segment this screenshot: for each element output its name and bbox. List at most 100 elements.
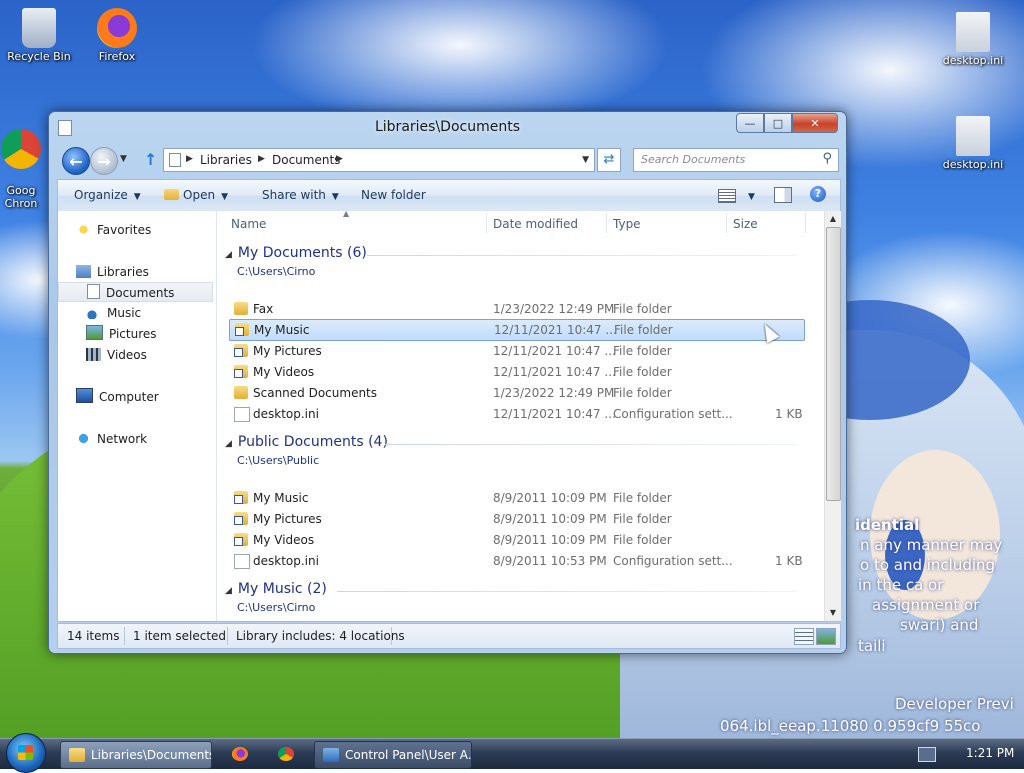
group-header[interactable]: ◢ My Music (2) (225, 581, 327, 597)
organize-button[interactable]: Organize ▼ (74, 188, 141, 202)
column-header-size[interactable]: Size (733, 217, 758, 231)
help-icon[interactable]: ? (810, 186, 826, 202)
back-button[interactable]: ← (62, 147, 90, 175)
file-row[interactable]: My Videos 12/11/2021 10:47 ... File folder (229, 362, 803, 382)
collapse-triangle-icon[interactable]: ◢ (225, 586, 232, 596)
change-view-icon[interactable] (718, 189, 736, 203)
column-header-type[interactable]: Type (613, 217, 641, 231)
desktop-icon-desktop-ini[interactable]: desktop.ini (936, 12, 1010, 67)
desktop-icon-label: Recycle Bin (7, 50, 71, 63)
taskbar-item-firefox[interactable] (224, 741, 264, 767)
file-row[interactable]: My Music 8/9/2011 10:09 PM File folder (229, 488, 803, 508)
settings-file-icon (956, 12, 990, 52)
column-divider[interactable] (805, 213, 806, 233)
large-icons-view-icon[interactable] (816, 628, 836, 645)
scroll-down-arrow-icon[interactable]: ▼ (825, 605, 841, 621)
view-options-dropdown[interactable]: ▼ (742, 188, 755, 202)
breadcrumb-libraries[interactable]: Libraries (200, 153, 252, 167)
file-type: File folder (613, 365, 672, 379)
file-row[interactable]: Fax 1/23/2022 12:49 PM File folder (229, 299, 803, 319)
chrome-icon (278, 747, 294, 761)
desktop-icon-desktop-ini[interactable]: desktop.ini (936, 116, 1010, 171)
clock[interactable]: 1:21 PM (966, 746, 1014, 760)
taskbar-item-control-panel[interactable]: Control Panel\User A... (314, 741, 472, 769)
file-row[interactable]: My Videos 8/9/2011 10:09 PM File folder (229, 530, 803, 550)
file-name: My Pictures (253, 344, 322, 358)
details-view-icon[interactable] (794, 628, 814, 645)
column-header-name[interactable]: Name (231, 217, 266, 231)
nav-item-videos[interactable]: Videos (86, 345, 147, 365)
group-header[interactable]: ◢ Public Documents (4) (225, 434, 388, 450)
nav-item-music[interactable]: Music (86, 303, 141, 323)
libraries-icon (76, 265, 91, 278)
network-status-icon[interactable] (918, 747, 936, 762)
collapse-triangle-icon[interactable]: ◢ (225, 250, 232, 260)
window-controls: — □ ✕ (736, 113, 838, 133)
share-with-button[interactable]: Share with ▼ (262, 188, 339, 202)
scroll-up-arrow-icon[interactable]: ▲ (825, 211, 841, 227)
open-button[interactable]: Open ▼ (164, 188, 228, 202)
nav-label: Pictures (109, 327, 157, 341)
taskbar-item-explorer[interactable]: Libraries\Documents (60, 741, 212, 769)
command-bar: Organize ▼ Open ▼ Share with ▼ New folder ▼… (57, 179, 841, 212)
close-button[interactable]: ✕ (792, 113, 838, 133)
status-divider (391, 627, 392, 645)
navigation-bar: ← → ▼ ↑ ▶ Libraries ▶ Documents ▶ ▼ ⇄ Se… (57, 145, 839, 175)
nav-item-favorites[interactable]: Favorites (76, 220, 151, 240)
search-icon[interactable]: ⚲ (822, 151, 832, 166)
breadcrumb-chevron-icon[interactable]: ▶ (258, 154, 265, 164)
forward-button[interactable]: → (90, 147, 118, 175)
address-bar[interactable]: ▶ Libraries ▶ Documents ▶ ▼ (163, 148, 595, 172)
column-header-date[interactable]: Date modified (493, 217, 578, 231)
file-row-selected[interactable]: My Music 12/11/2021 10:47 ... File folder (229, 319, 805, 341)
nav-item-documents[interactable]: Documents (58, 282, 213, 302)
file-row[interactable]: My Pictures 12/11/2021 10:47 ... File fold… (229, 341, 803, 361)
desktop-icon-firefox[interactable]: Firefox (80, 8, 154, 63)
watermark-line: taili (858, 637, 886, 655)
breadcrumb-chevron-icon[interactable]: ▶ (336, 154, 343, 164)
breadcrumb-chevron-icon[interactable]: ▶ (186, 154, 193, 164)
desktop-icon-label: Goog Chron (4, 184, 38, 210)
desktop-icon-label: desktop.ini (942, 54, 1004, 67)
file-row[interactable]: desktop.ini 8/9/2011 10:53 PM Configuratio… (229, 551, 803, 571)
nav-item-libraries[interactable]: Libraries (76, 262, 149, 282)
scrollbar-thumb[interactable] (826, 227, 841, 501)
minimize-button[interactable]: — (736, 113, 764, 133)
file-list: ▲ Name Date modified Type Size ◢ My Docum… (217, 209, 824, 621)
desktop-icon-recycle-bin[interactable]: Recycle Bin (2, 8, 76, 63)
file-row[interactable]: Scanned Documents 1/23/2022 12:49 PM File … (229, 383, 803, 403)
organize-label: Organize (74, 188, 128, 202)
forward-arrow-icon: → (97, 151, 111, 171)
status-selection: 1 item selected (133, 629, 227, 643)
watermark-line: o to and including (860, 556, 996, 574)
file-row[interactable]: My Pictures 8/9/2011 10:09 PM File folder (229, 509, 803, 529)
folder-shortcut-icon (234, 512, 248, 525)
folder-icon (69, 748, 85, 762)
breadcrumb-documents[interactable]: Documents (272, 153, 340, 167)
column-divider[interactable] (606, 213, 607, 233)
nav-item-network[interactable]: Network (76, 429, 147, 449)
vertical-scrollbar[interactable]: ▲ ▼ (824, 211, 841, 621)
column-divider[interactable] (726, 213, 727, 233)
open-label: Open (183, 188, 216, 202)
column-divider[interactable] (486, 213, 487, 233)
address-history-dropdown[interactable]: ▼ (582, 155, 589, 165)
maximize-button[interactable]: □ (764, 113, 792, 133)
refresh-button[interactable]: ⇄ (597, 148, 621, 172)
file-row[interactable]: desktop.ini 12/11/2021 10:47 ... Configura… (229, 404, 803, 424)
recent-pages-dropdown[interactable]: ▼ (120, 154, 127, 164)
music-icon (86, 306, 101, 319)
chevron-down-icon: ▼ (331, 192, 339, 202)
search-input[interactable]: Search Documents ⚲ (633, 148, 839, 172)
group-header[interactable]: ◢ My Documents (6) (225, 245, 367, 261)
new-folder-button[interactable]: New folder (361, 188, 426, 202)
title-bar[interactable]: Libraries\Documents — □ ✕ (49, 112, 846, 142)
start-button[interactable] (6, 733, 46, 773)
nav-item-pictures[interactable]: Pictures (86, 324, 157, 344)
file-date: 8/9/2011 10:53 PM (493, 554, 607, 568)
taskbar-item-chrome[interactable] (270, 741, 310, 767)
up-level-button[interactable]: ↑ (144, 150, 157, 169)
collapse-triangle-icon[interactable]: ◢ (225, 439, 232, 449)
nav-item-computer[interactable]: Computer (76, 387, 159, 407)
preview-pane-icon[interactable] (774, 187, 792, 203)
